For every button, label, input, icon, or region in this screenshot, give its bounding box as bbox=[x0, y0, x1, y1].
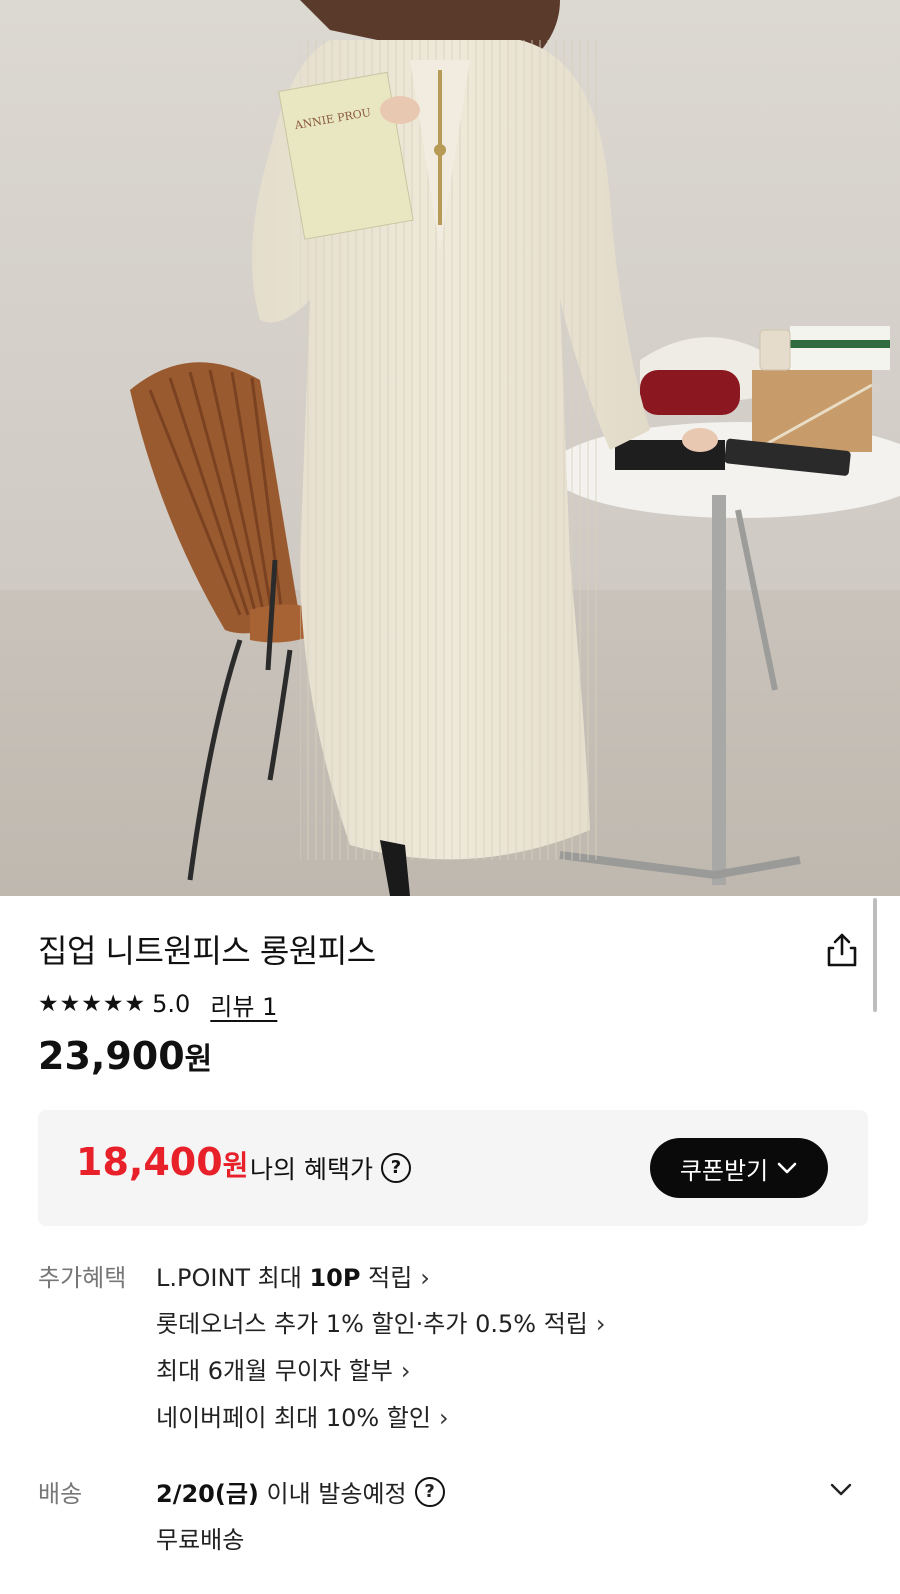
product-image[interactable]: ANNIE PROU bbox=[0, 0, 900, 896]
benefit-item-lotte-owners[interactable]: 롯데오너스 추가 1% 할인·추가 0.5% 적립 › bbox=[156, 1304, 605, 1339]
shipping-label: 배송 bbox=[38, 1480, 83, 1508]
benefit-item-installment[interactable]: 최대 6개월 무이자 할부 › bbox=[156, 1351, 411, 1386]
original-price-value: 23,900 bbox=[38, 1034, 185, 1078]
benefit-item-text: 롯데오너스 추가 1% 할인·추가 0.5% 적립 bbox=[156, 1310, 588, 1338]
product-title: 집업 니트원피스 롱원피스 bbox=[38, 932, 376, 970]
product-info: 집업 니트원피스 롱원피스 ★★★★★ 5.0 리뷰 1 23,900원 18,… bbox=[0, 896, 900, 1594]
question-circle-icon[interactable]: ? bbox=[414, 1476, 445, 1507]
benefit-price-label-row: 나의 혜택가 ? bbox=[250, 1150, 411, 1186]
benefit-item-text: 최대 6개월 무이자 할부 bbox=[156, 1357, 393, 1385]
chevron-right-icon: › bbox=[595, 1310, 606, 1338]
shipping-date-suffix: 이내 발송예정 bbox=[258, 1480, 407, 1508]
benefit-price: 18,400원 bbox=[76, 1140, 248, 1184]
star-rating-icon: ★★★★★ bbox=[38, 991, 147, 1017]
original-price: 23,900원 bbox=[38, 1034, 212, 1078]
benefit-item-suffix: 적립 bbox=[360, 1264, 413, 1292]
get-coupon-label: 쿠폰받기 bbox=[679, 1156, 769, 1185]
chevron-down-icon bbox=[776, 1156, 798, 1181]
chevron-down-icon[interactable] bbox=[828, 1476, 854, 1502]
share-icon[interactable] bbox=[822, 930, 862, 970]
reviews-link[interactable]: 리뷰 1 bbox=[210, 987, 277, 1022]
shipping-date-row: 2/20(금) 이내 발송예정 ? bbox=[156, 1474, 445, 1509]
benefit-price-box: 18,400원 나의 혜택가 ? 쿠폰받기 bbox=[38, 1110, 868, 1226]
rating-row: ★★★★★ 5.0 리뷰 1 bbox=[38, 987, 277, 1022]
question-circle-icon[interactable]: ? bbox=[380, 1153, 411, 1183]
benefit-item-text: L.POINT 최대 bbox=[156, 1264, 310, 1292]
product-photo-illustration: ANNIE PROU bbox=[0, 0, 900, 896]
original-price-unit: 원 bbox=[184, 1042, 213, 1077]
benefit-price-unit: 원 bbox=[222, 1149, 249, 1182]
extra-benefits-label: 추가혜택 bbox=[38, 1264, 127, 1292]
chevron-right-icon: › bbox=[400, 1357, 411, 1385]
benefit-item-naverpay[interactable]: 네이버페이 최대 10% 할인 › bbox=[156, 1398, 449, 1433]
benefit-item-bold: 10P bbox=[309, 1264, 361, 1292]
benefit-item-text: 네이버페이 최대 10% 할인 bbox=[156, 1404, 431, 1432]
benefit-price-label: 나의 혜택가 bbox=[250, 1155, 373, 1184]
rating-score: 5.0 bbox=[152, 990, 191, 1018]
shipping-fee: 무료배송 bbox=[156, 1526, 245, 1554]
get-coupon-button[interactable]: 쿠폰받기 bbox=[650, 1138, 828, 1198]
benefit-price-value: 18,400 bbox=[76, 1140, 223, 1184]
chevron-right-icon: › bbox=[420, 1264, 430, 1292]
chevron-right-icon: › bbox=[438, 1404, 449, 1432]
shipping-date: 2/20(금) bbox=[156, 1480, 259, 1508]
benefit-item-lpoint[interactable]: L.POINT 최대 10P 적립 › bbox=[156, 1258, 430, 1293]
